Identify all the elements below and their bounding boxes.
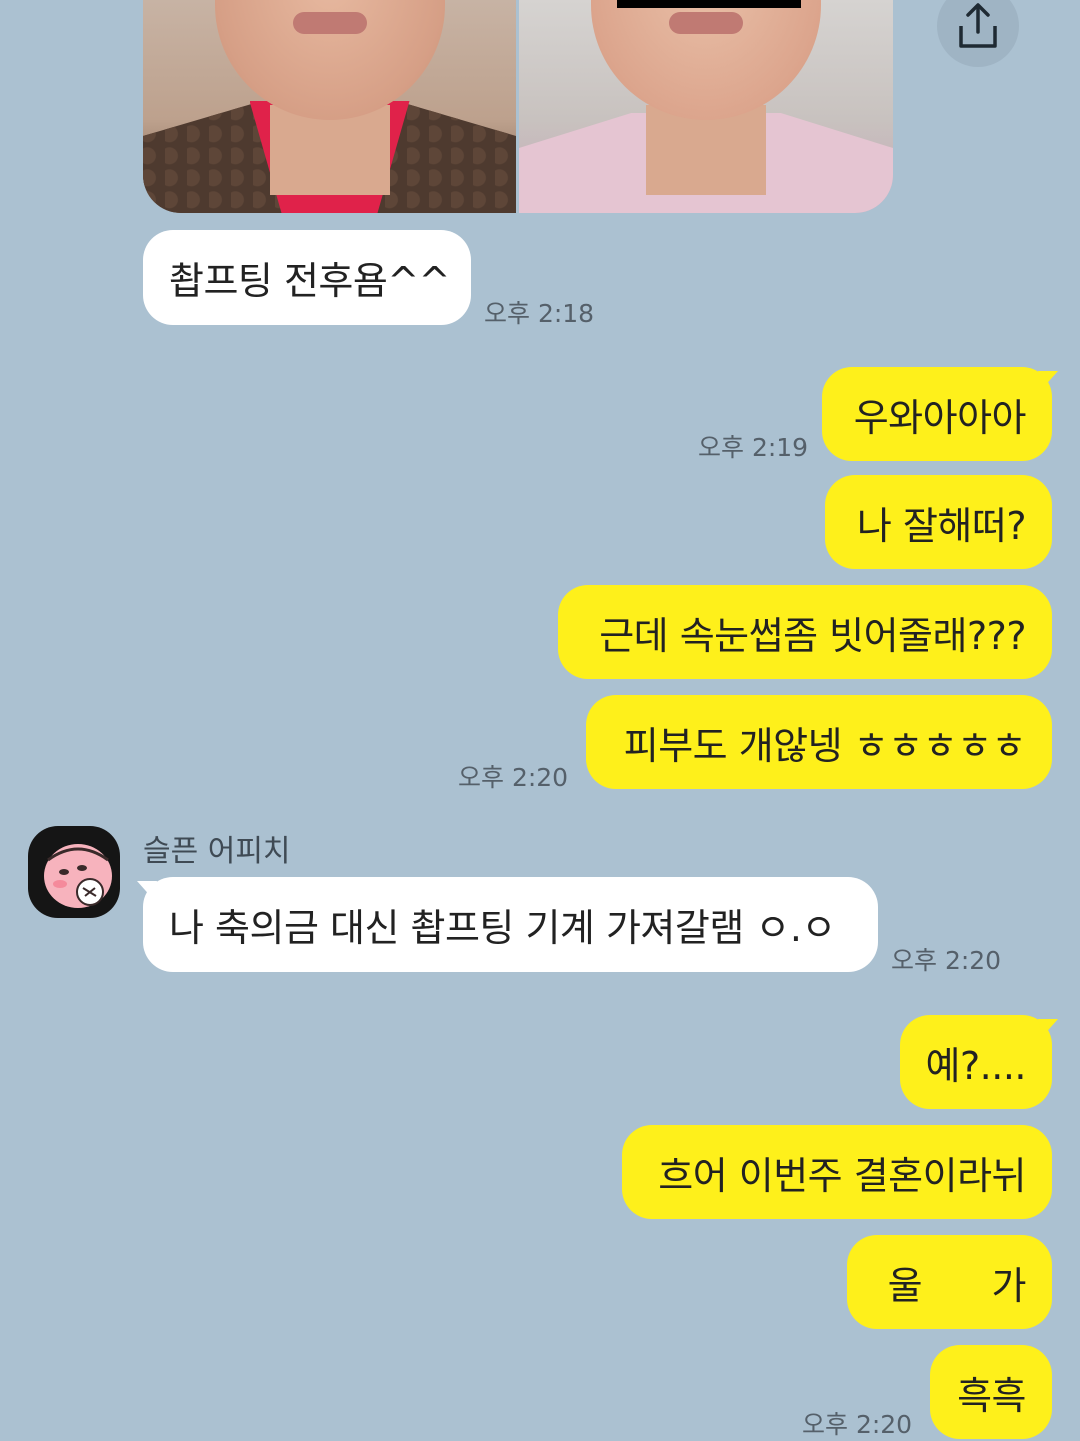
sent-message[interactable]: 피부도 개않넹 ㅎㅎㅎㅎㅎ [586, 695, 1052, 789]
sent-message[interactable]: 울 가 [847, 1235, 1052, 1329]
message-time: 오후 2:19 [698, 433, 809, 462]
after-photo[interactable] [519, 0, 893, 213]
lips [669, 12, 743, 34]
chat-screen: 촵프팅 전후욤^^ 오후 2:18 우와아아아 오후 2:19 나 잘해떠? 근… [0, 0, 1080, 1439]
message-text: 근데 속눈썹좀 빗어줄래??? [599, 613, 1026, 658]
sender-avatar[interactable] [28, 826, 120, 918]
sender-name: 슬픈 어피치 [143, 834, 291, 869]
message-text: 흑흑 [957, 1373, 1026, 1418]
sent-message[interactable]: 흑흑 [930, 1345, 1052, 1439]
share-icon [959, 3, 997, 48]
message-time: 오후 2:18 [484, 299, 595, 328]
message-time: 오후 2:20 [802, 1410, 913, 1439]
message-text: 예?.... [925, 1043, 1027, 1088]
message-text: 촵프팅 전후욤^^ [169, 259, 451, 303]
sent-message[interactable]: 근데 속눈썹좀 빗어줄래??? [558, 585, 1052, 679]
censor-bar [617, 0, 801, 8]
lips [292, 12, 367, 34]
received-message[interactable]: 나 축의금 대신 촵프팅 기계 가져갈램 ㅇ.ㅇ [143, 877, 878, 972]
apeach-character-icon [44, 844, 112, 908]
face [214, 0, 445, 120]
message-text: 우와아아아 [853, 395, 1027, 440]
face [591, 0, 821, 120]
share-button[interactable] [937, 0, 1019, 67]
message-text: 흐어 이번주 결혼이라뉘 [658, 1153, 1026, 1198]
sent-message[interactable]: 나 잘해떠? [825, 475, 1052, 569]
message-text: 피부도 개않넹 ㅎㅎㅎㅎㅎ [623, 723, 1027, 768]
sent-message[interactable]: 우와아아아 [822, 367, 1052, 461]
message-text: 나 잘해떠? [856, 503, 1027, 548]
message-time: 오후 2:20 [891, 946, 1002, 975]
before-photo[interactable] [143, 0, 516, 213]
sent-message[interactable]: 예?.... [900, 1015, 1052, 1109]
photo-message[interactable] [143, 0, 893, 213]
sent-message[interactable]: 흐어 이번주 결혼이라뉘 [622, 1125, 1052, 1219]
received-message[interactable]: 촵프팅 전후욤^^ [143, 230, 471, 325]
message-text: 나 축의금 대신 촵프팅 기계 가져갈램 ㅇ.ㅇ [169, 906, 836, 950]
message-text: 울 가 [887, 1263, 1027, 1308]
message-time: 오후 2:20 [458, 763, 569, 792]
